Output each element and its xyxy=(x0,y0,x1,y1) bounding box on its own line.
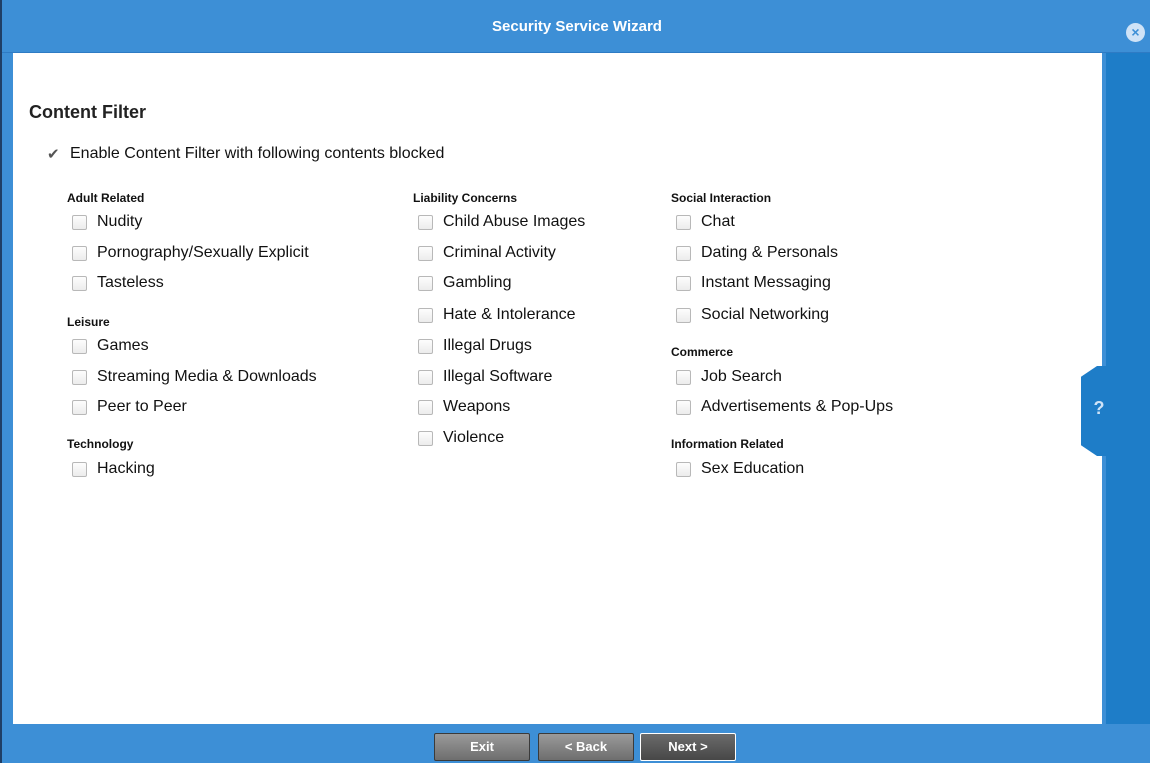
checkbox-box xyxy=(72,399,87,415)
checkbox-box xyxy=(418,307,433,323)
checkbox-instant-messaging[interactable]: Instant Messaging xyxy=(676,274,831,292)
option-label: Sex Education xyxy=(701,460,805,477)
help-icon[interactable]: ? xyxy=(1091,398,1107,419)
checkbox-illegal-software[interactable]: Illegal Software xyxy=(418,368,552,386)
option-label: Chat xyxy=(701,213,735,230)
checkbox-gambling[interactable]: Gambling xyxy=(418,274,511,292)
option-label: Pornography/Sexually Explicit xyxy=(97,244,309,261)
option-label: Hate & Intolerance xyxy=(443,306,576,323)
checkbox-box xyxy=(72,369,87,385)
checkbox-streaming-media[interactable]: Streaming Media & Downloads xyxy=(72,368,317,386)
checkbox-box xyxy=(418,399,433,415)
checkbox-tasteless[interactable]: Tasteless xyxy=(72,274,164,292)
option-label: Tasteless xyxy=(97,274,164,291)
checkbox-box xyxy=(72,338,87,354)
option-label: Games xyxy=(97,337,149,354)
group-title-liability-concerns: Liability Concerns xyxy=(413,191,518,205)
close-icon[interactable]: × xyxy=(1126,23,1145,42)
option-label: Gambling xyxy=(443,274,512,291)
group-title-commerce: Commerce xyxy=(671,345,734,359)
checkbox-box xyxy=(676,245,691,261)
checkbox-box xyxy=(418,214,433,230)
option-label: Dating & Personals xyxy=(701,244,838,261)
checkbox-sex-education[interactable]: Sex Education xyxy=(676,460,804,478)
option-label: Criminal Activity xyxy=(443,244,556,261)
option-label: Social Networking xyxy=(701,306,830,323)
option-label: Peer to Peer xyxy=(97,398,187,415)
checkbox-hacking[interactable]: Hacking xyxy=(72,460,155,478)
checkbox-nudity[interactable]: Nudity xyxy=(72,213,142,231)
enable-content-filter-label: Enable Content Filter with following con… xyxy=(70,145,445,162)
checkbox-box xyxy=(418,430,433,446)
option-label: Advertisements & Pop-Ups xyxy=(701,398,894,415)
checkbox-advertisements-popups[interactable]: Advertisements & Pop-Ups xyxy=(676,398,893,416)
option-label: Hacking xyxy=(97,460,155,477)
checkbox-job-search[interactable]: Job Search xyxy=(676,368,782,386)
footer-bar: Exit < Back Next > xyxy=(2,724,1150,763)
checkbox-games[interactable]: Games xyxy=(72,337,149,355)
checkbox-illegal-drugs[interactable]: Illegal Drugs xyxy=(418,337,532,355)
checkbox-social-networking[interactable]: Social Networking xyxy=(676,306,829,324)
content-panel: Content Filter ✔ Enable Content Filter w… xyxy=(13,53,1102,724)
checkbox-box xyxy=(418,245,433,261)
window-title: Security Service Wizard xyxy=(492,18,662,35)
next-button[interactable]: Next > xyxy=(640,733,736,761)
checkbox-pornography[interactable]: Pornography/Sexually Explicit xyxy=(72,244,309,262)
checkbox-box xyxy=(72,461,87,477)
checkbox-box xyxy=(72,275,87,291)
checkbox-chat[interactable]: Chat xyxy=(676,213,735,231)
checkbox-child-abuse-images[interactable]: Child Abuse Images xyxy=(418,213,585,231)
wizard-window: Security Service Wizard × Content Filter… xyxy=(0,0,1150,763)
group-title-technology: Technology xyxy=(67,437,134,451)
option-label: Child Abuse Images xyxy=(443,213,586,230)
checkbox-peer-to-peer[interactable]: Peer to Peer xyxy=(72,398,187,416)
enable-content-filter-checkbox[interactable]: ✔ Enable Content Filter with following c… xyxy=(47,145,444,163)
group-title-social-interaction: Social Interaction xyxy=(671,191,772,205)
back-button[interactable]: < Back xyxy=(538,733,634,761)
checkbox-box xyxy=(676,214,691,230)
checkbox-box xyxy=(676,369,691,385)
checkbox-box xyxy=(418,369,433,385)
checkmark-icon: ✔ xyxy=(47,146,60,163)
checkbox-box xyxy=(72,245,87,261)
checkbox-box xyxy=(72,214,87,230)
option-label: Nudity xyxy=(97,213,143,230)
checkbox-box xyxy=(676,307,691,323)
checkbox-hate-intolerance[interactable]: Hate & Intolerance xyxy=(418,306,576,324)
group-title-leisure: Leisure xyxy=(67,315,110,329)
exit-button[interactable]: Exit xyxy=(434,733,530,761)
group-title-information-related: Information Related xyxy=(671,437,784,451)
checkbox-weapons[interactable]: Weapons xyxy=(418,398,510,416)
checkbox-box xyxy=(676,275,691,291)
option-label: Violence xyxy=(443,429,505,446)
option-label: Job Search xyxy=(701,368,782,385)
option-label: Instant Messaging xyxy=(701,274,831,291)
checkbox-box xyxy=(676,461,691,477)
checkbox-dating-personals[interactable]: Dating & Personals xyxy=(676,244,838,262)
option-label: Illegal Software xyxy=(443,368,553,385)
option-label: Streaming Media & Downloads xyxy=(97,368,317,385)
option-label: Illegal Drugs xyxy=(443,337,532,354)
checkbox-box xyxy=(418,275,433,291)
checkbox-criminal-activity[interactable]: Criminal Activity xyxy=(418,244,556,262)
title-bar: Security Service Wizard × xyxy=(2,0,1150,53)
page-title: Content Filter xyxy=(29,102,146,122)
checkbox-violence[interactable]: Violence xyxy=(418,429,504,447)
option-label: Weapons xyxy=(443,398,511,415)
checkbox-box xyxy=(676,399,691,415)
checkbox-box xyxy=(418,338,433,354)
group-title-adult-related: Adult Related xyxy=(67,191,145,205)
